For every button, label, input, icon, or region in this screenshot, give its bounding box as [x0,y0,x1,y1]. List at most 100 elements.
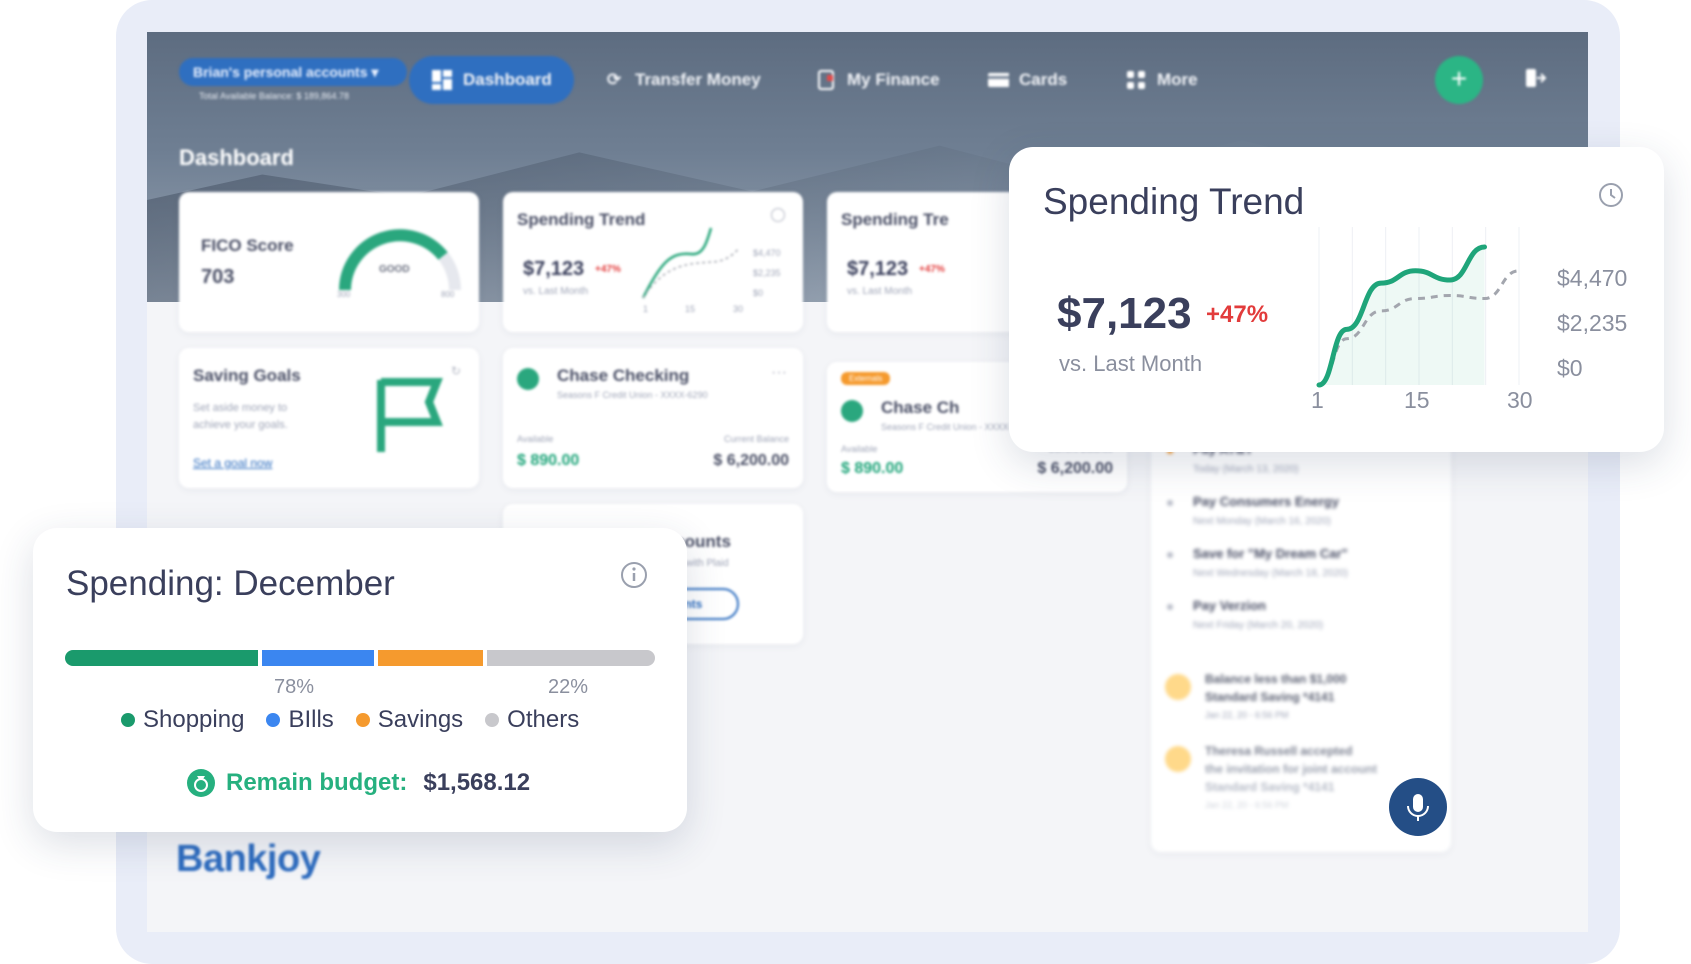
nav-my-finance[interactable]: My Finance [815,56,940,104]
saving-goals-card[interactable]: Saving Goals ↻ Set aside money to achiev… [179,348,479,488]
trend-small-2-title: Spending Tre [841,210,949,229]
budget-value: $1,568.12 [423,769,531,796]
trend-small-title: Spending Trend [517,210,646,229]
logout-icon[interactable] [1523,66,1547,90]
spending-legend: Shopping BIlls Savings Others [121,706,579,734]
trend-small-compare: vs. Last Month [523,286,589,297]
externals-badge: Externals [841,372,891,385]
bar-segment-bills[interactable] [262,650,374,666]
notification-text: Balance less than $1,000 [1205,672,1347,686]
bank-icon [517,368,539,390]
nav-more[interactable]: More [1125,56,1198,104]
fico-rating: GOOD [379,264,410,275]
spending-title: Spending: December [66,564,395,603]
chase1-current: $ 6,200.00 [713,452,789,469]
clock-icon[interactable] [1597,181,1625,209]
bell-icon [1165,674,1191,700]
legend-dot [355,713,370,727]
timeline-item-title[interactable]: Pay Verzion [1193,598,1266,613]
fico-score: 703 [201,266,235,288]
chase2-title: Chase Ch [881,398,960,417]
fico-title: FICO Score [201,236,294,255]
trend-small-ytick: $4,470 [753,248,781,258]
timeline-item-date: Today (March 13, 2020) [1193,464,1299,475]
trend-big-ytick: $2,235 [1557,310,1628,336]
set-goal-link[interactable]: Set a goal now [193,456,272,470]
money-bag-icon [187,769,215,797]
chase1-current-label: Current Balance [723,434,789,444]
nav-cards[interactable]: Cards [987,56,1067,104]
total-balance: Total Available Balance: $ 189,864.78 [199,91,349,101]
trend-big-chart [1316,227,1520,388]
budget-label: Remain budget: [226,769,408,796]
legend-dot [485,713,500,727]
fico-max: 800 [441,290,455,299]
dashboard-icon [431,69,453,91]
microphone-button[interactable] [1389,778,1447,836]
nav-transfer-money[interactable]: ⟳ Transfer Money [603,56,761,104]
saving-goals-title: Saving Goals [193,366,301,385]
trend-small-change: +47% [595,264,621,275]
fico-min: 300 [337,290,351,299]
legend-item: Others [485,706,579,734]
spending-trend-card-small[interactable]: Spending Trend $7,123 +47% vs. Last Mont… [503,192,803,332]
chase1-available: $ 890.00 [517,452,580,469]
timeline-item-date: Next Wednesday (March 18, 2020) [1193,568,1348,579]
notification-time: Jan 22, 20 - 6:56 PM [1205,800,1289,810]
timeline-dot [1167,604,1173,610]
trend-big-xtick: 1 [1311,387,1324,413]
info-icon[interactable] [619,560,649,590]
clock-icon[interactable] [771,208,785,222]
trend-small-ytick: $0 [753,288,764,298]
series-area [1319,247,1485,385]
chase2-available-label: Available [841,444,878,454]
percent-label: 78% [274,676,315,698]
bar-segment-savings[interactable] [378,650,483,666]
trend-big-xtick: 15 [1404,387,1430,413]
bar-segment-shopping[interactable] [65,650,258,666]
trend-big-ytick: $0 [1557,355,1583,381]
fico-card[interactable]: FICO Score 703 GOOD 300 800 [179,192,479,332]
trend-small-2-change: +47% [919,264,945,275]
trend-small-amount: $7,123 [523,258,585,280]
spending-bar [65,650,655,666]
bar-segment-others[interactable] [487,650,655,666]
percent-label: 22% [548,676,589,698]
timeline-dot [1167,500,1173,506]
timeline-dot [1167,552,1173,558]
add-button[interactable]: + [1435,56,1483,104]
timeline-item-title[interactable]: Save for "My Dream Car" [1193,546,1348,561]
chase-checking-card[interactable]: Chase Checking ··· Seasons F Credit Unio… [503,348,803,488]
fico-gauge [339,229,461,291]
trend-small-xtick: 1 [643,304,649,314]
avatar [1165,746,1191,772]
spending-december-popup: Spending: December 78% 22% Shopping BIll… [33,528,687,832]
notification-time: Jan 22, 20 - 6:56 PM [1205,710,1289,720]
legend-label: Shopping [143,706,245,733]
timeline-item-title[interactable]: Pay Consumers Energy [1193,494,1339,509]
nav-dashboard[interactable]: Dashboard [409,56,574,104]
legend-item: Savings [355,706,463,734]
grid-icon [1125,69,1147,91]
chase1-sub: Seasons F Credit Union - XXXX-6290 [557,390,708,400]
trend-small-2-compare: vs. Last Month [847,286,913,297]
notification-text: Theresa Russell accepted [1205,744,1353,758]
flag-icon [377,378,443,452]
notification-text: the invitation for joint account [1205,762,1377,776]
legend-item: Shopping [121,706,244,734]
trend-big-title: Spending Trend [1043,181,1305,222]
more-options-icon[interactable]: ··· [771,364,787,382]
refresh-icon[interactable]: ↻ [451,364,461,378]
saving-goals-desc: Set aside money to achieve your goals. [193,402,288,431]
legend-dot [266,713,281,727]
legend-label: Others [507,706,580,733]
chase1-available-label: Available [517,434,554,444]
microphone-icon [1407,794,1429,821]
trend-small-xtick: 30 [733,304,744,314]
chase2-available: $ 890.00 [841,460,904,477]
trend-small-chart [641,227,740,299]
bank-icon [841,400,863,422]
notification-text: Standard Saving *4141 [1205,780,1335,794]
legend-item: BIlls [266,706,334,734]
account-selector[interactable]: Brian's personal accounts ▾ [179,58,407,86]
